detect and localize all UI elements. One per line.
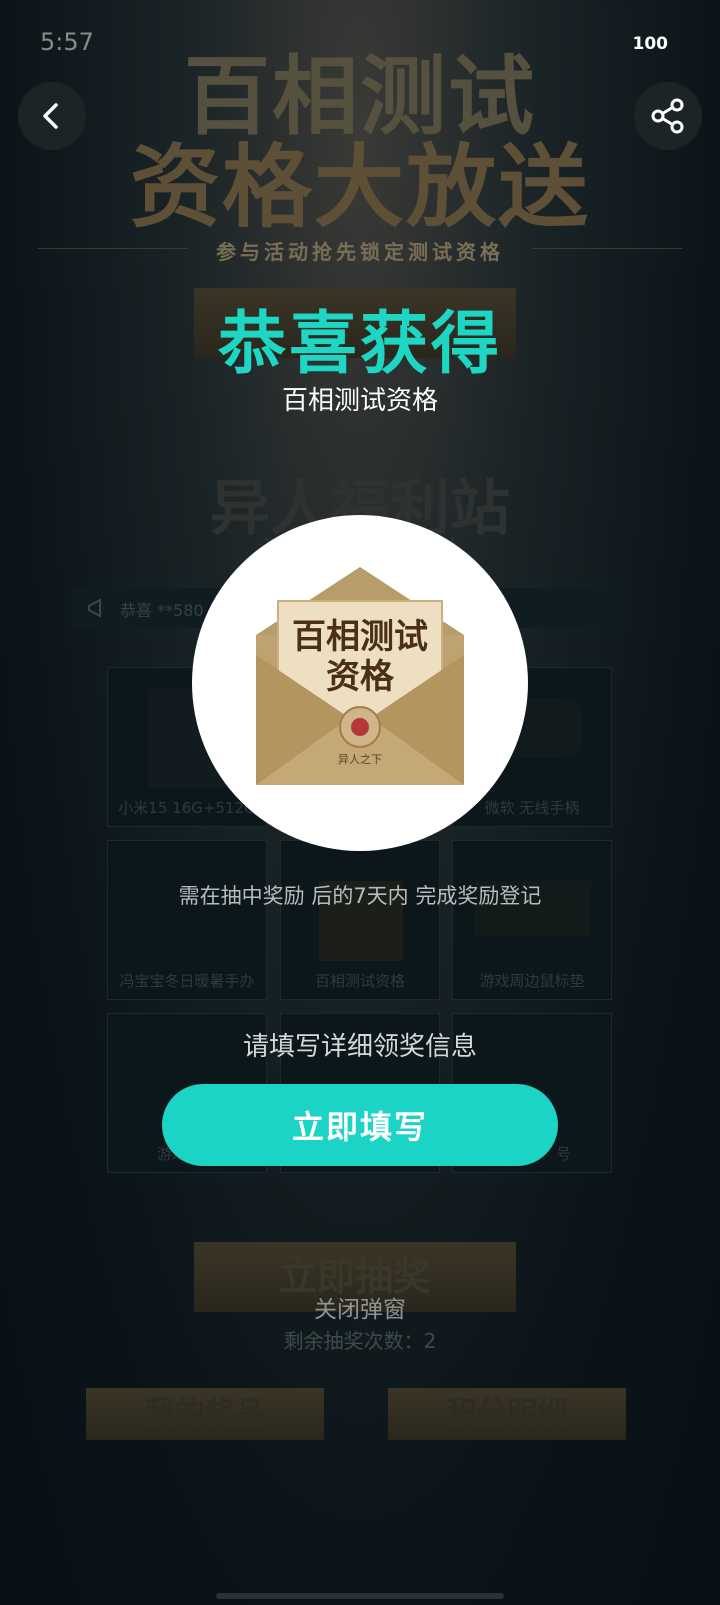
prize-label: 百相测试资格 (314, 972, 405, 990)
points-detail-label: 积分明细 (447, 1396, 567, 1431)
claim-deadline-note: 需在抽中奖励 后的7天内 完成奖励登记 (178, 884, 542, 908)
banner-title-line2: 资格大放送 (130, 134, 590, 240)
fill-info-hint: 请填写详细领奖信息 (242, 1032, 477, 1062)
dialog-title: 恭喜获得 (217, 305, 502, 384)
fill-now-button[interactable]: 立即填写 (162, 1084, 558, 1166)
prize-image-circle: 百相测试 资格 异人之下 (192, 515, 528, 851)
banner-tagline: 参与活动抢先锁定测试资格 (216, 240, 504, 264)
prize-cell[interactable]: 游戏周边鼠标垫 (452, 840, 612, 1000)
prize-cell[interactable]: 冯宝宝冬日暖暑手办 (107, 840, 267, 1000)
back-button[interactable] (18, 82, 86, 150)
my-prizes-label: 我的奖品 (145, 1396, 265, 1431)
home-indicator[interactable] (216, 1593, 504, 1599)
my-prizes-button[interactable]: 我的奖品 (86, 1388, 324, 1440)
chevron-left-icon (43, 103, 58, 129)
prize-image-footer: 异人之下 (338, 753, 382, 766)
prize-cell[interactable]: 百相测试资格 (280, 840, 440, 1000)
prize-name: 百相测试资格 (281, 386, 438, 416)
points-detail-button[interactable]: 积分明细 (388, 1388, 626, 1440)
prize-label: 游戏周边鼠标垫 (479, 972, 585, 990)
remaining-draws: 剩余抽奖次数：2 (283, 1329, 437, 1353)
share-icon (651, 98, 684, 134)
megaphone-icon (88, 598, 101, 618)
prize-label: 冯宝宝冬日暖暑手办 (119, 972, 255, 990)
close-dialog-link[interactable]: 关闭弹窗 (0, 1290, 720, 1324)
share-button[interactable] (634, 82, 702, 150)
prize-image-caption-line2: 资格 (326, 657, 394, 697)
